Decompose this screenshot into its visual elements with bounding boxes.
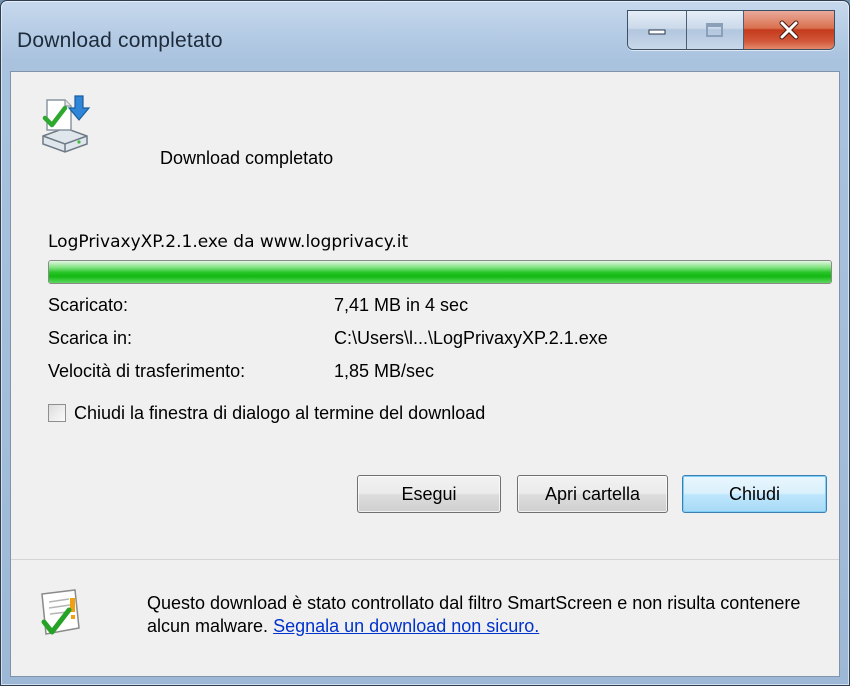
caption-buttons xyxy=(627,10,835,50)
minimize-icon xyxy=(648,29,666,35)
smartscreen-checked-icon xyxy=(41,589,80,635)
maximize-button[interactable] xyxy=(687,11,744,49)
window-title: Download completato xyxy=(17,29,223,52)
close-when-done-option[interactable]: Chiudi la finestra di dialogo al termine… xyxy=(48,402,485,424)
smartscreen-footer: Questo download è stato controllato dal … xyxy=(11,559,839,676)
close-window-button[interactable] xyxy=(744,11,834,49)
close-icon xyxy=(779,20,799,40)
download-progress-bar xyxy=(48,260,832,284)
downloaded-label: Scaricato: xyxy=(48,295,129,315)
minimize-button[interactable] xyxy=(628,11,687,49)
download-to-path[interactable]: C:\Users\l...\LogPrivaxyXP.2.1.exe xyxy=(334,328,608,349)
file-source-text: LogPrivaxyXP.2.1.exe da www.logprivacy.i… xyxy=(48,232,409,252)
download-complete-icon xyxy=(42,95,91,153)
smartscreen-message: Questo download è stato controllato dal … xyxy=(147,592,827,638)
download-to-label: Scarica in: xyxy=(48,328,133,348)
report-unsafe-download-link[interactable]: Segnala un download non sicuro. xyxy=(273,616,539,636)
open-folder-button[interactable]: Apri cartella xyxy=(517,475,668,513)
close-button[interactable]: Chiudi xyxy=(682,475,827,513)
maximize-icon xyxy=(706,23,723,37)
close-when-done-label[interactable]: Chiudi la finestra di dialogo al termine… xyxy=(74,403,485,424)
header-title: Download completato xyxy=(160,148,334,168)
dialog-client-area: Download completato LogPrivaxyXP.2.1.exe… xyxy=(10,71,840,677)
title-bar[interactable]: Download completato xyxy=(1,1,849,71)
run-button[interactable]: Esegui xyxy=(357,475,501,513)
close-when-done-checkbox[interactable] xyxy=(48,404,66,422)
transfer-speed-label: Velocità di trasferimento: xyxy=(48,361,246,381)
transfer-speed-value: 1,85 MB/sec xyxy=(334,361,435,381)
downloaded-value: 7,41 MB in 4 sec xyxy=(334,295,469,315)
progress-fill xyxy=(49,261,831,283)
download-dialog-window: Download completato Download completato … xyxy=(0,0,850,686)
